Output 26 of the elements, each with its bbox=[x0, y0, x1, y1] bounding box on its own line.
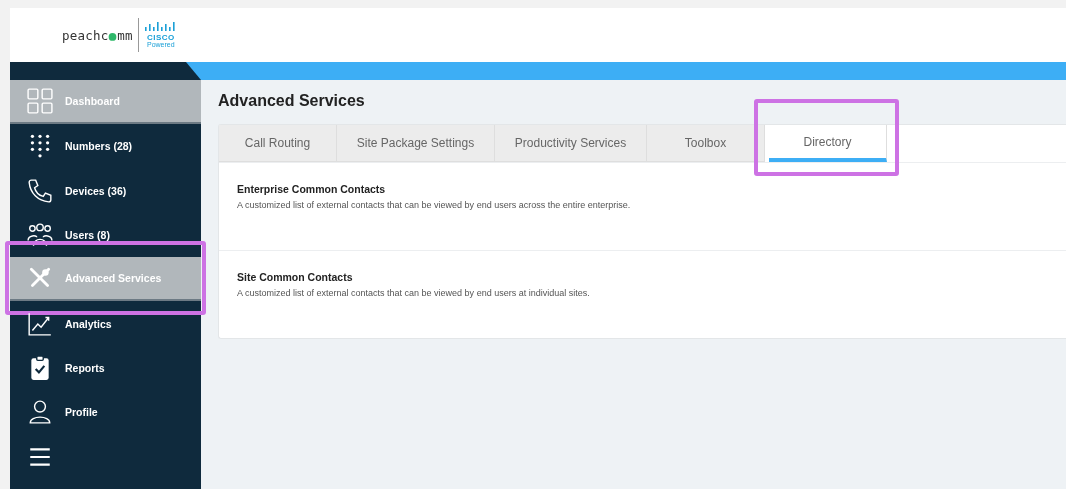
section-description: A customized list of external contacts that can be viewed by end users across the entire enterprise. bbox=[237, 200, 632, 210]
grid-icon bbox=[27, 88, 53, 115]
tab[interactable]: Toolbox bbox=[647, 125, 765, 162]
nav-item[interactable]: Profile bbox=[10, 390, 201, 435]
section-title[interactable]: Enterprise Common Contacts bbox=[237, 183, 1048, 195]
nav-item[interactable]: Numbers (28) bbox=[10, 124, 201, 169]
profile-icon bbox=[27, 399, 53, 426]
chart-icon bbox=[27, 310, 53, 337]
section-title[interactable]: Site Common Contacts bbox=[237, 271, 1048, 283]
logo-text: mm bbox=[117, 27, 133, 43]
page-title: Advanced Services bbox=[218, 91, 366, 111]
section-description: A customized list of external contacts that can be viewed by end users at individual sites. bbox=[237, 288, 591, 298]
tab[interactable]: Site Package Settings bbox=[337, 125, 495, 162]
tab[interactable]: Productivity Services bbox=[495, 125, 647, 162]
partner-logo-text: CISCO bbox=[146, 33, 175, 42]
logo-text: peachc bbox=[62, 27, 109, 43]
nav-item[interactable]: Devices (36) bbox=[10, 168, 201, 213]
nav-item[interactable]: Users (8) bbox=[10, 212, 201, 258]
nav-item[interactable]: Reports bbox=[10, 345, 201, 391]
cisco-bars-icon bbox=[143, 22, 178, 33]
tab[interactable]: Call Routing bbox=[219, 125, 337, 162]
nav-item[interactable]: Analytics bbox=[10, 301, 201, 346]
leaf-icon bbox=[108, 31, 118, 41]
tab[interactable]: Directory bbox=[769, 125, 887, 162]
phone-icon bbox=[27, 177, 53, 204]
users-icon bbox=[27, 222, 53, 249]
